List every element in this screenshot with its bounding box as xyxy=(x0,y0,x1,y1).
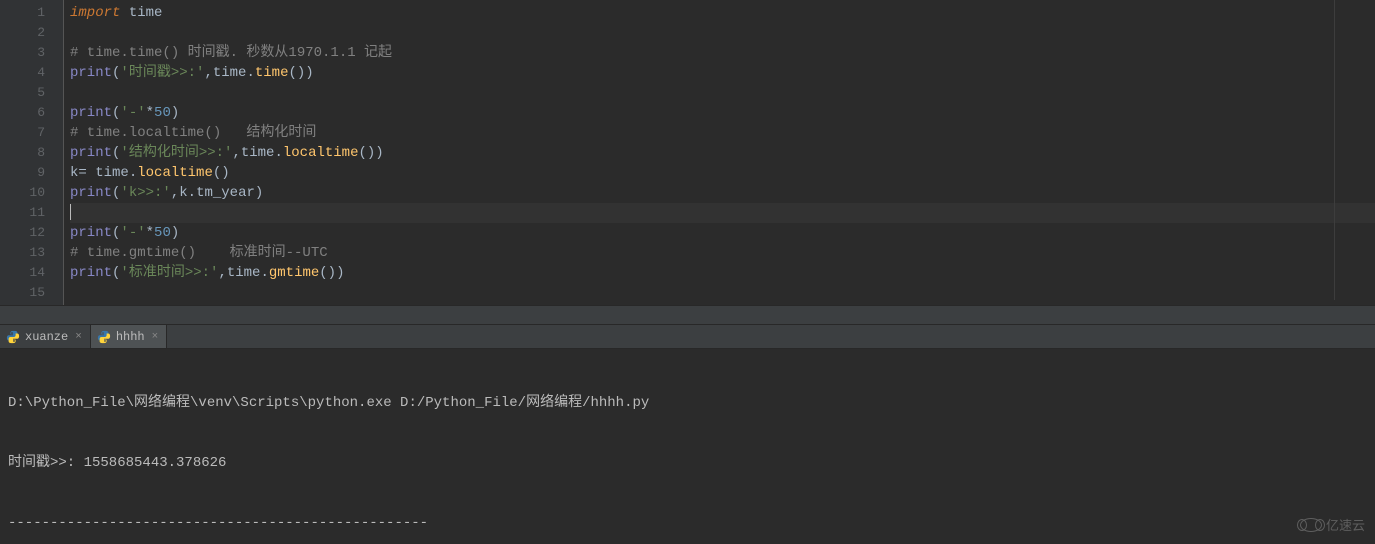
code-editor[interactable]: 1 2 3 4 5 6 7 8 9 10 11 12 13 14 15 impo… xyxy=(0,0,1375,305)
code-line: print('-'*50) xyxy=(70,103,1375,123)
run-tab-xuanze[interactable]: xuanze × xyxy=(0,325,91,348)
console-output[interactable]: D:\Python_File\网络编程\venv\Scripts\python.… xyxy=(0,349,1375,544)
code-line: print('k>>:',k.tm_year) xyxy=(70,183,1375,203)
console-line: ----------------------------------------… xyxy=(8,513,1367,533)
close-icon[interactable]: × xyxy=(150,331,161,343)
console-line: D:\Python_File\网络编程\venv\Scripts\python.… xyxy=(8,393,1367,413)
code-line: print('-'*50) xyxy=(70,223,1375,243)
line-gutter: 1 2 3 4 5 6 7 8 9 10 11 12 13 14 15 xyxy=(0,0,58,305)
code-content[interactable]: import time # time.time() 时间戳. 秒数从1970.1… xyxy=(64,0,1375,305)
code-line: import time xyxy=(70,3,1375,23)
code-line xyxy=(70,283,1375,303)
code-line xyxy=(70,23,1375,43)
watermark-text: 亿速云 xyxy=(1326,515,1365,534)
code-line: # time.gmtime() 标准时间--UTC xyxy=(70,243,1375,263)
run-tab-bar: xuanze × hhhh × xyxy=(0,325,1375,349)
python-icon xyxy=(6,330,20,344)
code-line: # time.time() 时间戳. 秒数从1970.1.1 记起 xyxy=(70,43,1375,63)
run-tab-hhhh[interactable]: hhhh × xyxy=(91,325,167,348)
close-icon[interactable]: × xyxy=(73,331,84,343)
tab-label: hhhh xyxy=(116,330,145,344)
tab-label: xuanze xyxy=(25,330,68,344)
watermark: 亿速云 xyxy=(1300,515,1365,534)
code-line xyxy=(70,203,1375,223)
python-icon xyxy=(97,330,111,344)
text-caret xyxy=(70,204,71,220)
console-line: 时间戳>>: 1558685443.378626 xyxy=(8,453,1367,473)
code-line: print('标准时间>>:',time.gmtime()) xyxy=(70,263,1375,283)
code-line: print('结构化时间>>:',time.localtime()) xyxy=(70,143,1375,163)
code-line xyxy=(70,83,1375,103)
code-line: print('时间戳>>:',time.time()) xyxy=(70,63,1375,83)
code-line: k= time.localtime() xyxy=(70,163,1375,183)
code-line: # time.localtime() 结构化时间 xyxy=(70,123,1375,143)
right-margin-line xyxy=(1334,0,1335,300)
panel-separator[interactable] xyxy=(0,305,1375,325)
cloud-icon xyxy=(1300,518,1322,532)
